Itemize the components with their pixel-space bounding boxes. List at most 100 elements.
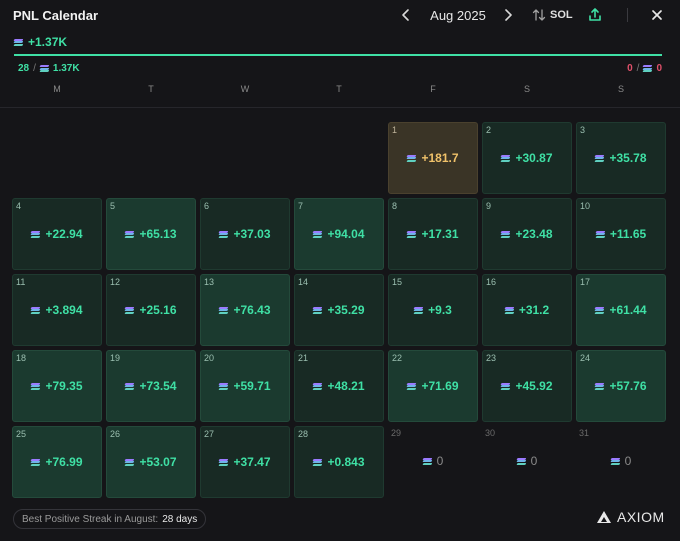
sol-icon [125, 306, 135, 314]
day-pnl-value: +22.94 [45, 227, 83, 241]
weekday-header: M T W T F S S [12, 84, 668, 96]
calendar-day-cell[interactable]: 13 +76.43 [200, 274, 290, 346]
day-pnl: +3.894 [13, 303, 101, 317]
day-pnl-value: +76.43 [233, 303, 271, 317]
sol-icon [504, 306, 515, 314]
calendar-day-cell[interactable]: 6 +37.03 [200, 198, 290, 270]
day-pnl-value: +23.48 [515, 227, 553, 241]
calendar-day-cell[interactable]: 29 0 [388, 426, 478, 498]
sol-icon [643, 65, 653, 72]
day-pnl-value: +181.7 [421, 151, 459, 165]
weekday-label: F [430, 84, 436, 94]
sol-icon [31, 230, 41, 238]
day-pnl-value: +76.99 [45, 455, 83, 469]
sol-icon [219, 382, 229, 390]
sol-icon [219, 458, 229, 466]
close-icon [652, 10, 662, 20]
day-pnl: +31.2 [483, 303, 571, 317]
axiom-logo-icon [597, 511, 611, 523]
sol-icon [501, 230, 511, 238]
sol-icon [595, 382, 605, 390]
calendar-day-cell[interactable]: 10 +11.65 [576, 198, 666, 270]
day-number: 4 [16, 201, 22, 211]
day-number: 12 [110, 277, 121, 287]
day-number: 10 [580, 201, 591, 211]
day-pnl: +37.03 [201, 227, 289, 241]
sol-icon [422, 457, 433, 465]
day-number: 13 [204, 277, 215, 287]
weekday-label: T [336, 84, 342, 94]
calendar-day-cell[interactable]: 17 +61.44 [576, 274, 666, 346]
day-pnl: +17.31 [389, 227, 477, 241]
calendar-day-cell[interactable]: 23 +45.92 [482, 350, 572, 422]
calendar-day-cell[interactable]: 2 +30.87 [482, 122, 572, 194]
day-pnl-value: +53.07 [139, 455, 177, 469]
day-pnl: 0 [576, 454, 666, 468]
current-month-label: Aug 2025 [430, 8, 486, 23]
chevron-left-icon [402, 9, 409, 21]
calendar-day-cell[interactable]: 22 +71.69 [388, 350, 478, 422]
calendar-day-cell[interactable]: 25 +76.99 [12, 426, 102, 498]
day-pnl-value: +30.87 [515, 151, 553, 165]
calendar-empty-cell [200, 122, 290, 194]
calendar-day-cell[interactable]: 28 +0.843 [294, 426, 384, 498]
day-pnl: +11.65 [577, 227, 665, 241]
calendar-day-cell[interactable]: 15 +9.3 [388, 274, 478, 346]
calendar-day-cell[interactable]: 14 +35.29 [294, 274, 384, 346]
next-month-button[interactable] [500, 6, 516, 24]
calendar-day-cell[interactable]: 8 +17.31 [388, 198, 478, 270]
calendar-day-cell[interactable]: 27 +37.47 [200, 426, 290, 498]
calendar-day-cell[interactable]: 31 0 [576, 426, 666, 498]
weekday-label: W [240, 84, 250, 94]
calendar-day-cell[interactable]: 30 0 [482, 426, 572, 498]
calendar-day-cell[interactable]: 16 +31.2 [482, 274, 572, 346]
sol-icon [313, 306, 323, 314]
calendar-day-cell[interactable]: 18 +79.35 [12, 350, 102, 422]
calendar-day-cell[interactable]: 7 +94.04 [294, 198, 384, 270]
day-number: 6 [204, 201, 210, 211]
previous-month-button[interactable] [398, 6, 414, 24]
calendar-day-cell[interactable]: 11 +3.894 [12, 274, 102, 346]
day-pnl: +48.21 [295, 379, 383, 393]
day-number: 15 [392, 277, 403, 287]
calendar-day-cell[interactable]: 20 +59.71 [200, 350, 290, 422]
day-pnl-value: +11.65 [609, 227, 647, 241]
chevron-right-icon [505, 9, 512, 21]
calendar-empty-cell [106, 122, 196, 194]
calendar-day-cell[interactable]: 4 +22.94 [12, 198, 102, 270]
day-number: 29 [391, 428, 402, 438]
calendar-day-cell[interactable]: 12 +25.16 [106, 274, 196, 346]
weekday-label: S [617, 84, 624, 94]
calendar-day-cell[interactable]: 19 +73.54 [106, 350, 196, 422]
calendar-day-cell[interactable]: 9 +23.48 [482, 198, 572, 270]
sol-icon [313, 458, 323, 466]
currency-label: SOL [550, 9, 573, 21]
day-number: 26 [110, 429, 121, 439]
day-pnl: +57.76 [577, 379, 665, 393]
calendar-day-cell[interactable]: 24 +57.76 [576, 350, 666, 422]
calendar-grid: 1 +181.7 2 +30.87 3 +35.78 4 +22.94 5 +65.13 6 +37.… [12, 122, 668, 498]
calendar-day-cell[interactable]: 5 +65.13 [106, 198, 196, 270]
day-pnl: +94.04 [295, 227, 383, 241]
close-button[interactable] [648, 6, 666, 24]
calendar-day-cell[interactable]: 21 +48.21 [294, 350, 384, 422]
negative-days-count: 0 [627, 63, 633, 74]
day-pnl: +25.16 [107, 303, 195, 317]
day-number: 18 [16, 353, 27, 363]
negative-total: 0 [656, 63, 662, 74]
calendar-day-cell[interactable]: 3 +35.78 [576, 122, 666, 194]
day-pnl: +0.843 [295, 455, 383, 469]
currency-toggle-button[interactable]: SOL [532, 6, 573, 24]
share-button[interactable] [587, 6, 603, 24]
sol-icon [125, 382, 135, 390]
calendar-day-cell[interactable]: 1 +181.7 [388, 122, 478, 194]
day-number: 5 [110, 201, 116, 211]
day-pnl-value: +45.92 [515, 379, 553, 393]
day-number: 9 [486, 201, 492, 211]
brand-logo: AXIOM [596, 509, 665, 525]
day-pnl: +23.48 [483, 227, 571, 241]
day-number: 20 [204, 353, 215, 363]
negative-summary: 0 / 0 [627, 63, 662, 74]
day-pnl: +76.43 [201, 303, 289, 317]
calendar-day-cell[interactable]: 26 +53.07 [106, 426, 196, 498]
